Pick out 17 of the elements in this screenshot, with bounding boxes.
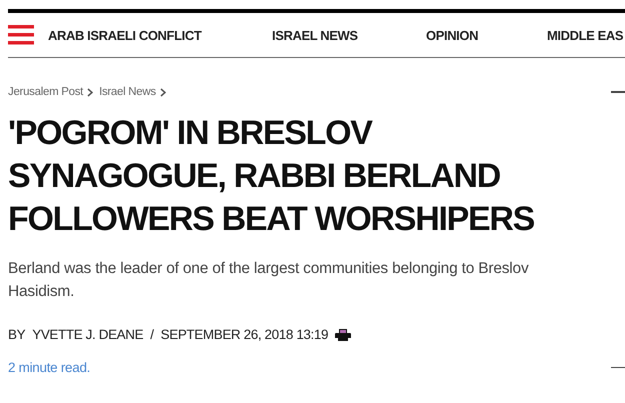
chevron-icon xyxy=(160,88,166,96)
breadcrumb-link[interactable]: Jerusalem Post xyxy=(8,86,84,98)
chevron-icon xyxy=(87,88,94,96)
author-link[interactable]: YVETTE J. DEANE xyxy=(32,327,144,342)
nav-link[interactable]: OPINION xyxy=(426,28,547,42)
article-headline: 'POGROM' IN BRESLOV SYNAGOGUE, RABBI BERLAND FOLLOWERS BEAT WORSHIPERS xyxy=(8,113,535,240)
nav-link[interactable]: ISRAEL NEWS xyxy=(272,28,426,42)
publish-date: SEPTEMBER 26, 2018 13:19 xyxy=(160,327,328,342)
nav-link[interactable]: ARAB ISRAELI CONFLICT xyxy=(48,28,272,42)
byline-separator: / xyxy=(150,327,154,342)
menu-icon[interactable] xyxy=(8,25,34,45)
breadcrumb-link[interactable]: Israel News xyxy=(99,86,156,98)
read-time: 2 minute read. xyxy=(8,360,90,375)
article-summary: Berland was the leader of one of the largest communities belonging to Breslov Hasidism. xyxy=(8,259,530,302)
nav-link[interactable]: MIDDLE EAS xyxy=(547,28,624,42)
byline-prefix: BY xyxy=(8,327,26,342)
printer-icon[interactable] xyxy=(335,328,352,340)
